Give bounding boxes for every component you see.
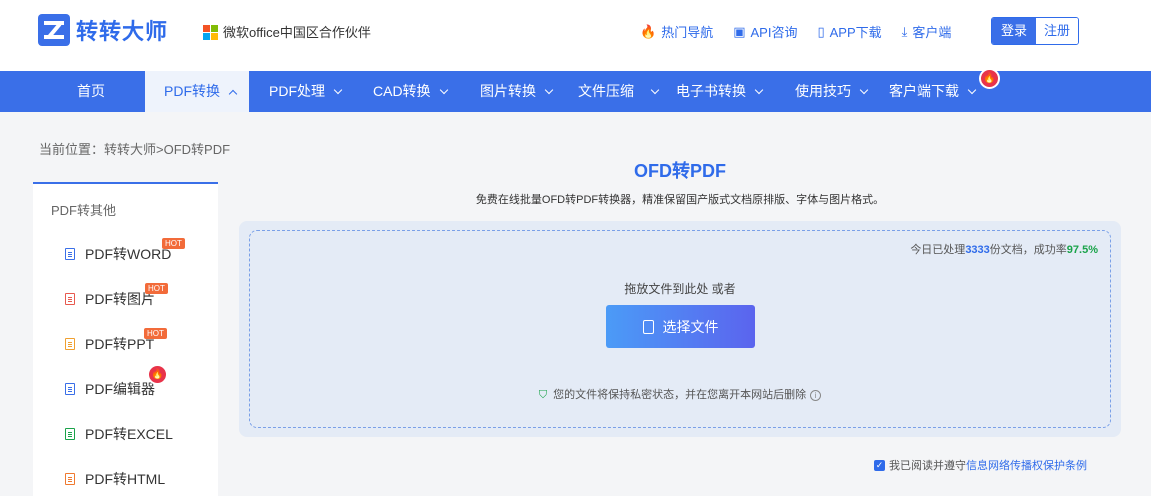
api-consult-link[interactable]: ▣ API咨询 [733, 22, 797, 41]
api-consult-label: API咨询 [750, 25, 798, 40]
excel-doc-icon [65, 428, 75, 440]
sidebar-item-pdf-to-ppt[interactable]: PDF转PPT [65, 334, 154, 354]
chevron-down-icon [650, 85, 660, 95]
choose-file-button[interactable]: 选择文件 [606, 305, 755, 348]
monitor-icon [65, 383, 75, 395]
nav-item-ebook-convert[interactable]: 电子书转换 [676, 71, 764, 112]
html-doc-icon [65, 473, 75, 485]
nav-item-compress[interactable]: 文件压缩 [578, 71, 660, 112]
ppt-doc-icon [65, 338, 75, 350]
sidebar-item-pdf-to-word[interactable]: PDF转WORD [65, 244, 171, 264]
sidebar-item-pdf-to-excel[interactable]: PDF转EXCEL [65, 424, 173, 444]
partner-badge[interactable]: 微软office中国区合作伙伴 [203, 22, 371, 41]
chevron-down-icon [859, 85, 869, 95]
client-link[interactable]: ⤓ 客户端 [902, 22, 952, 41]
success-rate: 97.5% [1066, 244, 1098, 256]
drop-zone[interactable]: 今日已处理3333份文档，成功率97.5% 拖放文件到此处 或者 选择文件 ⛉ 您… [249, 230, 1111, 428]
upload-panel: 今日已处理3333份文档，成功率97.5% 拖放文件到此处 或者 选择文件 ⛉ 您… [239, 221, 1121, 437]
sidebar-item-label: PDF转WORD [85, 246, 172, 262]
sidebar: PDF转其他 PDF转WORD HOT PDF转图片 HOT PDF转PPT H… [33, 182, 218, 496]
hot-badge: HOT [162, 238, 185, 249]
page-title: OFD转PDF [634, 161, 726, 181]
sidebar-item-pdf-to-image[interactable]: PDF转图片 [65, 289, 155, 309]
nav-item-cad-convert[interactable]: CAD转换 [373, 71, 448, 112]
top-links: 🔥 热门导航 ▣ API咨询 ▯ APP下载 ⤓ 客户端 [640, 22, 971, 41]
site-header: 转转大师 微软office中国区合作伙伴 🔥 热门导航 ▣ API咨询 ▯ AP… [0, 0, 1151, 71]
choose-file-label: 选择文件 [662, 318, 719, 335]
chevron-up-icon [228, 89, 238, 99]
hot-badge: HOT [145, 283, 168, 294]
hot-nav-link[interactable]: 🔥 热门导航 [640, 22, 713, 41]
nav-item-pdf-process[interactable]: PDF处理 [269, 71, 343, 112]
fire-icon: 🔥 [147, 364, 168, 385]
shield-icon: ⛉ [538, 389, 548, 401]
hot-badge: HOT [144, 328, 167, 339]
agree-text: 我已阅读并遵守 [889, 460, 966, 472]
chevron-down-icon [967, 85, 977, 95]
sidebar-item-pdf-to-html[interactable]: PDF转HTML [65, 469, 165, 489]
breadcrumb: 当前位置：转转大师>OFD转PDF [39, 142, 231, 157]
file-upload-icon [642, 319, 654, 334]
app-download-link[interactable]: ▯ APP下载 [817, 22, 881, 41]
chevron-down-icon [544, 85, 554, 95]
register-button[interactable]: 注册 [1036, 18, 1078, 44]
auth-buttons: 登录 注册 [991, 17, 1079, 45]
word-doc-icon [65, 248, 75, 260]
agreement: ✓ 我已阅读并遵守 信息网络传播权保护条例 [874, 457, 1087, 473]
hot-nav-label: 热门导航 [661, 25, 714, 40]
page-subtitle: 免费在线批量OFD转PDF转换器，精准保留国产版式文档原排版、字体与图片格式。 [475, 194, 885, 206]
processing-stats: 今日已处理3333份文档，成功率97.5% [910, 244, 1098, 256]
chevron-down-icon [333, 85, 343, 95]
privacy-note: ⛉ 您的文件将保持私密状态，并在您离开本网站后删除 i [250, 386, 1110, 402]
site-logo[interactable]: 转转大师 [38, 14, 168, 46]
sidebar-title: PDF转其他 [51, 203, 117, 218]
chat-icon: ▣ [733, 23, 746, 39]
image-doc-icon [65, 293, 75, 305]
sidebar-item-label: PDF转EXCEL [85, 426, 173, 442]
microsoft-logo-icon [203, 24, 218, 40]
phone-icon: ▯ [817, 23, 825, 39]
login-button[interactable]: 登录 [992, 18, 1036, 44]
nav-item-image-convert[interactable]: 图片转换 [480, 71, 554, 112]
sidebar-item-label: PDF编辑器 [85, 381, 155, 397]
fire-icon: 🔥 [640, 23, 657, 39]
download-icon: ⤓ [901, 23, 908, 39]
processed-count: 3333 [965, 244, 990, 256]
nav-item-tips[interactable]: 使用技巧 [795, 71, 869, 112]
fire-icon: 🔥 [979, 68, 1000, 89]
chevron-down-icon [754, 85, 764, 95]
nav-item-home[interactable]: 首页 [77, 71, 105, 112]
agree-checkbox[interactable]: ✓ [874, 459, 885, 471]
nav-item-client-download[interactable]: 客户端下载 [889, 71, 977, 112]
info-icon[interactable]: i [810, 390, 822, 401]
partner-text: 微软office中国区合作伙伴 [223, 25, 371, 40]
app-download-label: APP下载 [829, 25, 882, 40]
sidebar-item-label: PDF转HTML [85, 471, 166, 487]
regulation-link[interactable]: 信息网络传播权保护条例 [966, 457, 1087, 473]
logo-text: 转转大师 [76, 19, 169, 44]
drop-hint: 拖放文件到此处 或者 [624, 282, 736, 296]
chevron-down-icon [439, 85, 448, 95]
logo-icon [38, 14, 70, 46]
nav-item-pdf-convert[interactable]: PDF转换 [145, 71, 249, 112]
sidebar-item-pdf-editor[interactable]: PDF编辑器 [65, 379, 155, 399]
client-label: 客户端 [912, 25, 952, 40]
